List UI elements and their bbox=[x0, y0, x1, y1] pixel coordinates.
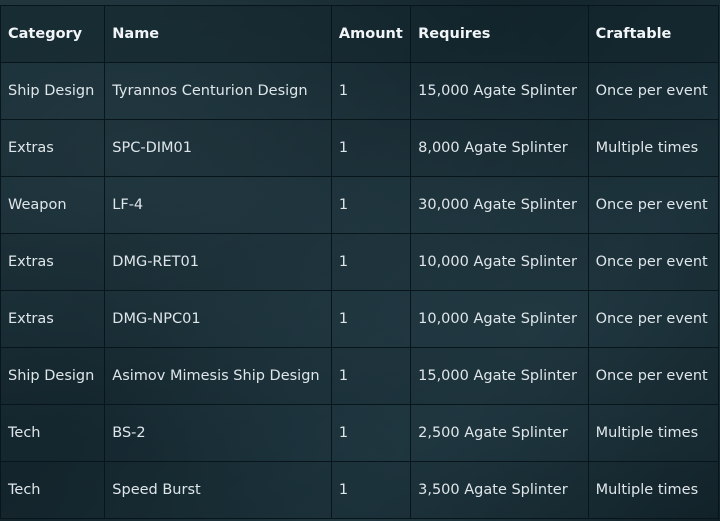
cell-amount: 1 bbox=[330, 119, 412, 177]
header-craftable: Craftable bbox=[587, 5, 720, 63]
header-row: Category Name Amount Requires Craftable bbox=[0, 5, 720, 63]
table-row: Extras SPC-DIM01 1 8,000 Agate Splinter … bbox=[0, 119, 720, 177]
cell-requires: 10,000 Agate Splinter bbox=[410, 233, 589, 291]
cell-craftable: Once per event bbox=[587, 233, 720, 291]
cell-category: Tech bbox=[0, 404, 106, 462]
cell-requires: 10,000 Agate Splinter bbox=[410, 290, 589, 348]
cell-name: SPC-DIM01 bbox=[104, 119, 332, 177]
cell-name: DMG-RET01 bbox=[104, 233, 332, 291]
cell-requires: 30,000 Agate Splinter bbox=[410, 176, 589, 234]
cell-category: Extras bbox=[0, 233, 106, 291]
cell-craftable: Multiple times bbox=[587, 119, 720, 177]
cell-amount: 1 bbox=[330, 176, 412, 234]
cell-name: Tyrannos Centurion Design bbox=[104, 62, 332, 120]
table-row: Ship Design Asimov Mimesis Ship Design 1… bbox=[0, 347, 720, 405]
cell-craftable: Once per event bbox=[587, 347, 720, 405]
table-row: Extras DMG-RET01 1 10,000 Agate Splinter… bbox=[0, 233, 720, 291]
cell-amount: 1 bbox=[330, 461, 412, 519]
cell-category: Ship Design bbox=[0, 347, 106, 405]
cell-category: Extras bbox=[0, 119, 106, 177]
cell-name: DMG-NPC01 bbox=[104, 290, 332, 348]
cell-name: Asimov Mimesis Ship Design bbox=[104, 347, 332, 405]
cell-requires: 2,500 Agate Splinter bbox=[410, 404, 589, 462]
cell-category: Tech bbox=[0, 461, 106, 519]
cell-craftable: Multiple times bbox=[587, 461, 720, 519]
cell-craftable: Multiple times bbox=[587, 404, 720, 462]
cell-requires: 3,500 Agate Splinter bbox=[410, 461, 589, 519]
cell-craftable: Once per event bbox=[587, 290, 720, 348]
header-requires: Requires bbox=[410, 5, 589, 63]
header-amount: Amount bbox=[330, 5, 412, 63]
cell-amount: 1 bbox=[330, 347, 412, 405]
crafting-table: Category Name Amount Requires Craftable … bbox=[0, 5, 720, 519]
cell-category: Extras bbox=[0, 290, 106, 348]
table-row: Ship Design Tyrannos Centurion Design 1 … bbox=[0, 62, 720, 120]
cell-amount: 1 bbox=[330, 62, 412, 120]
cell-name: LF-4 bbox=[104, 176, 332, 234]
header-category: Category bbox=[0, 5, 106, 63]
cell-requires: 15,000 Agate Splinter bbox=[410, 62, 589, 120]
cell-name: Speed Burst bbox=[104, 461, 332, 519]
table-row: Tech BS-2 1 2,500 Agate Splinter Multipl… bbox=[0, 404, 720, 462]
table-row: Tech Speed Burst 1 3,500 Agate Splinter … bbox=[0, 461, 720, 519]
cell-craftable: Once per event bbox=[587, 176, 720, 234]
cell-requires: 15,000 Agate Splinter bbox=[410, 347, 589, 405]
cell-name: BS-2 bbox=[104, 404, 332, 462]
table-body: Ship Design Tyrannos Centurion Design 1 … bbox=[0, 62, 720, 519]
cell-requires: 8,000 Agate Splinter bbox=[410, 119, 589, 177]
cell-category: Ship Design bbox=[0, 62, 106, 120]
cell-amount: 1 bbox=[330, 404, 412, 462]
cell-category: Weapon bbox=[0, 176, 106, 234]
table-row: Extras DMG-NPC01 1 10,000 Agate Splinter… bbox=[0, 290, 720, 348]
cell-craftable: Once per event bbox=[587, 62, 720, 120]
table-header: Category Name Amount Requires Craftable bbox=[0, 5, 720, 63]
header-name: Name bbox=[104, 5, 332, 63]
cell-amount: 1 bbox=[330, 290, 412, 348]
page-background: Category Name Amount Requires Craftable … bbox=[0, 0, 720, 521]
cell-amount: 1 bbox=[330, 233, 412, 291]
table-row: Weapon LF-4 1 30,000 Agate Splinter Once… bbox=[0, 176, 720, 234]
